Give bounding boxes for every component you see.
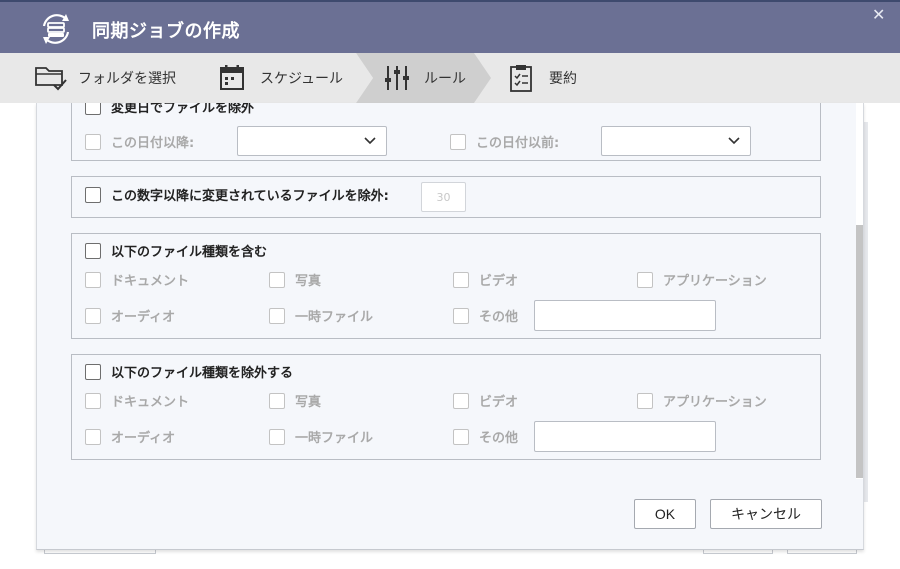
after-date-checkbox[interactable]: [85, 133, 101, 150]
exclude-types-checkbox[interactable]: [85, 363, 101, 380]
type-label: ドキュメント: [111, 395, 190, 410]
exclude-by-date-label: 変更日でファイルを除外: [111, 103, 255, 116]
include-video-checkbox[interactable]: [453, 271, 469, 288]
date-filter-group: 変更日でファイルを除外 この日付以降: この日付以前:: [71, 103, 821, 161]
exclude-audio-checkbox[interactable]: [85, 428, 101, 445]
type-label: その他: [479, 310, 519, 325]
include-types-group: 以下のファイル種類を含む ドキュメント 写真 ビデオ アプリケーション オーディ…: [71, 233, 821, 339]
include-other-input[interactable]: [534, 300, 716, 331]
close-icon[interactable]: ✕: [872, 7, 886, 23]
clipboard-icon: [510, 65, 532, 92]
type-label: 一時ファイル: [295, 431, 374, 446]
ok-button[interactable]: OK: [634, 499, 696, 529]
type-label: オーディオ: [111, 431, 176, 446]
include-types-checkbox[interactable]: [85, 242, 101, 259]
exclude-modified-checkbox[interactable]: [85, 186, 101, 203]
after-date-select[interactable]: [237, 126, 387, 156]
type-label: ビデオ: [479, 395, 519, 410]
before-date-label: この日付以前:: [476, 136, 560, 151]
type-label: アプリケーション: [663, 395, 767, 410]
type-label: その他: [479, 431, 519, 446]
before-date-checkbox[interactable]: [450, 133, 466, 150]
vertical-scrollbar[interactable]: [856, 103, 863, 479]
exclude-photos-checkbox[interactable]: [269, 392, 285, 409]
include-temp-files-checkbox[interactable]: [269, 307, 285, 324]
wizard-steps: フォルダを選択 スケジュール ルール 要約: [0, 53, 900, 103]
include-documents-checkbox[interactable]: [85, 271, 101, 288]
exclude-other-input[interactable]: [534, 421, 716, 452]
step-label: ルール: [424, 71, 466, 87]
modified-days-input[interactable]: 30: [421, 182, 466, 212]
exclude-other-checkbox[interactable]: [453, 428, 469, 445]
rules-panel: 変更日でファイルを除外 この日付以降: この日付以前: この数字以降に変更されて…: [36, 103, 864, 550]
exclude-temp-files-checkbox[interactable]: [269, 428, 285, 445]
step-summary[interactable]: 要約: [505, 53, 577, 103]
exclude-applications-checkbox[interactable]: [637, 392, 653, 409]
step-label: スケジュール: [260, 71, 344, 87]
type-label: 写真: [295, 395, 322, 410]
step-label: 要約: [549, 71, 577, 87]
chevron-down-icon: [728, 137, 740, 145]
exclude-types-group: 以下のファイル種類を除外する ドキュメント 写真 ビデオ アプリケーション オー…: [71, 354, 821, 460]
create-sync-job-dialog: 同期ジョブの作成 ✕ フォルダを選択 スケジュール ルール 要約 変更日でファイ…: [0, 0, 900, 550]
exclude-documents-checkbox[interactable]: [85, 392, 101, 409]
step-label: フォルダを選択: [78, 71, 176, 87]
step-rules[interactable]: ルール: [380, 53, 466, 103]
folder-check-icon: [35, 67, 67, 91]
type-label: アプリケーション: [663, 274, 767, 289]
exclude-video-checkbox[interactable]: [453, 392, 469, 409]
dialog-titlebar: 同期ジョブの作成 ✕: [0, 0, 900, 53]
type-label: オーディオ: [111, 310, 176, 325]
type-label: ビデオ: [479, 274, 519, 289]
include-other-checkbox[interactable]: [453, 307, 469, 324]
include-types-label: 以下のファイル種類を含む: [111, 245, 268, 260]
type-label: 一時ファイル: [295, 310, 374, 325]
chevron-down-icon: [364, 137, 376, 145]
before-date-select[interactable]: [601, 126, 751, 156]
include-applications-checkbox[interactable]: [637, 271, 653, 288]
cancel-button[interactable]: キャンセル: [710, 499, 822, 529]
sync-drive-icon: [42, 14, 70, 44]
modified-since-group: この数字以降に変更されているファイルを除外: 30: [71, 176, 821, 218]
exclude-types-label: 以下のファイル種類を除外する: [111, 366, 294, 381]
sliders-icon: [385, 66, 409, 90]
exclude-by-date-checkbox[interactable]: [85, 103, 101, 115]
dialog-title: 同期ジョブの作成: [92, 21, 240, 42]
scrollbar-thumb[interactable]: [856, 225, 863, 478]
type-label: ドキュメント: [111, 274, 190, 289]
type-label: 写真: [295, 274, 322, 289]
after-date-label: この日付以降:: [111, 136, 195, 151]
exclude-modified-label: この数字以降に変更されているファイルを除外:: [111, 189, 389, 204]
step-schedule[interactable]: スケジュール: [216, 53, 343, 103]
calendar-icon: [220, 65, 244, 90]
step-select-folder[interactable]: フォルダを選択: [34, 53, 176, 103]
include-audio-checkbox[interactable]: [85, 307, 101, 324]
include-photos-checkbox[interactable]: [269, 271, 285, 288]
